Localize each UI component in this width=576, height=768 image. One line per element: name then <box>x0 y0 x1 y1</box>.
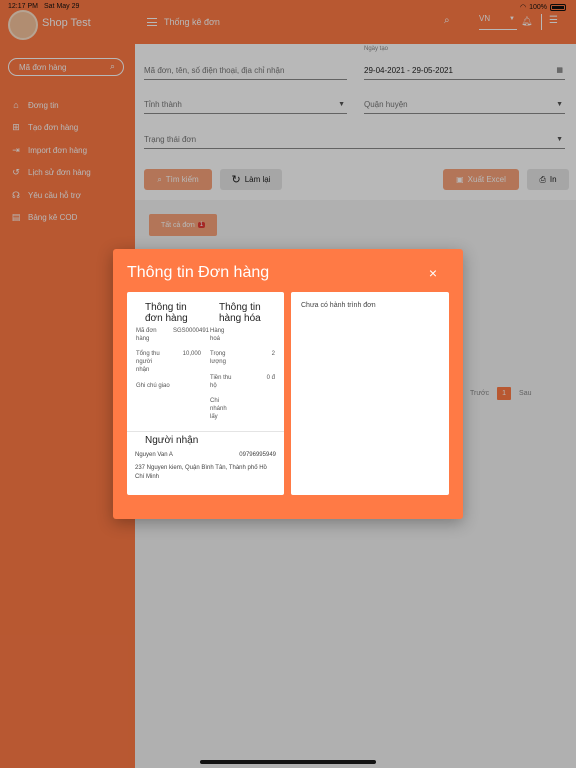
order-code-value: SGS0000491 <box>172 328 209 334</box>
close-icon[interactable]: × <box>429 265 437 281</box>
delivery-note-label: Ghi chú giao <box>136 383 170 389</box>
weight-value: 2 <box>271 351 275 357</box>
goods-label: Hàng hoá <box>210 328 225 342</box>
total-collect-value: 10,000 <box>182 351 201 357</box>
order-code-label: Mã đơn hàng <box>136 328 157 342</box>
pickup-branch-label: Chi nhánh lấy <box>210 398 227 420</box>
receiver-heading: Người nhận <box>145 435 199 446</box>
order-info-modal: Thông tin Đơn hàng × Thông tin đơn hàng … <box>113 249 463 519</box>
weight-label: Trọng lượng <box>210 351 226 365</box>
order-info-heading: Thông tin đơn hàng <box>145 302 188 324</box>
home-indicator[interactable] <box>200 760 376 764</box>
section-divider <box>127 431 284 432</box>
order-detail-card: Thông tin đơn hàng Mã đơn hàng SGS000049… <box>127 292 284 495</box>
goods-info-heading: Thông tin hàng hóa <box>219 302 261 324</box>
cod-value: 0 đ <box>266 375 275 381</box>
total-collect-label: Tổng thu người nhận <box>136 351 160 373</box>
receiver-phone: 09796995949 <box>239 452 276 458</box>
receiver-address: 237 Nguyen kiem, Quận Bình Tân, Thành ph… <box>135 465 267 480</box>
order-route-card: Chưa có hành trình đơn <box>291 292 449 495</box>
cod-label: Tiền thu hộ <box>210 375 232 389</box>
modal-title: Thông tin Đơn hàng <box>127 264 270 281</box>
receiver-name: Nguyen Van A <box>135 452 173 458</box>
route-empty-message: Chưa có hành trình đơn <box>301 302 376 309</box>
